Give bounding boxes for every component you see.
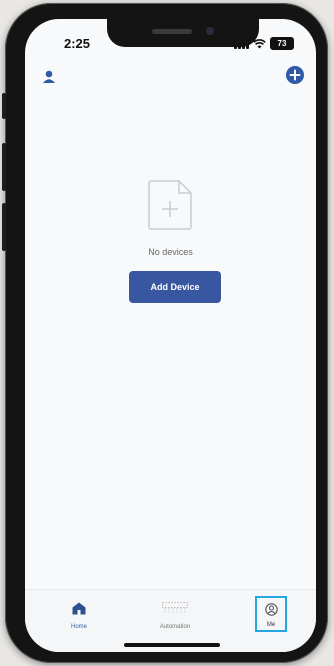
bottom-tab-bar: Home Automation Me [25,589,316,652]
front-camera [206,27,214,35]
speaker [152,29,192,34]
wifi-icon [253,38,266,48]
profile-icon [264,603,278,616]
user-icon[interactable] [40,68,58,86]
volume-down-button [2,203,6,251]
tab-home[interactable]: Home [49,602,109,630]
home-indicator [124,643,220,647]
battery-icon: 73 [270,37,294,50]
app-screen: 2:25 73 No devices Add Device Home Autom… [25,19,316,652]
tab-home-label: Home [70,624,87,630]
tab-me[interactable]: Me [255,596,287,632]
add-device-button[interactable]: Add Device [129,271,221,303]
status-icons: 73 [234,37,294,50]
empty-state-message: No devices [148,247,193,257]
add-circle-icon[interactable] [286,66,304,84]
status-time: 2:25 [64,36,91,51]
phone-frame: 2:25 73 No devices Add Device Home Autom… [2,3,328,663]
automation-icon [162,602,188,613]
file-add-icon [147,179,193,236]
silent-switch [2,93,6,119]
tab-automation-label: Automation [159,624,191,630]
volume-up-button [2,143,6,191]
home-icon [72,602,86,615]
tab-automation[interactable]: Automation [145,602,205,630]
tab-me-label: Me [266,622,276,628]
signal-icon [234,39,249,49]
